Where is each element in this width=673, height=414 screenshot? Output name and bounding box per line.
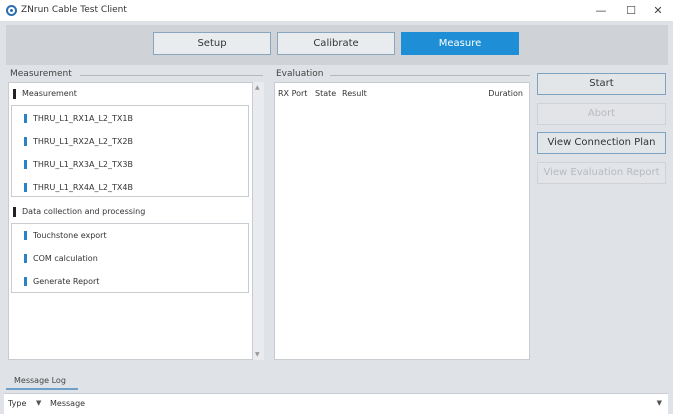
list-item[interactable]: Generate Report [24, 275, 99, 289]
close-button[interactable]: ✕ [643, 0, 673, 22]
start-button[interactable]: Start [537, 73, 666, 95]
evaluation-divider [330, 75, 530, 76]
column-header-duration[interactable]: Duration [488, 89, 523, 98]
list-item[interactable]: THRU_L1_RX1A_L2_TX1B [24, 112, 133, 126]
measurement-divider [80, 75, 263, 76]
list-item[interactable]: THRU_L1_RX4A_L2_TX4B [24, 181, 133, 195]
step-marker-icon [24, 277, 27, 286]
step-marker-icon [24, 160, 27, 169]
column-header-message[interactable]: Message [50, 399, 85, 408]
measurement-scrollbar[interactable]: ▲ ▼ [253, 82, 264, 360]
view-connection-plan-button[interactable]: View Connection Plan [537, 132, 666, 154]
list-item[interactable]: THRU_L1_RX2A_L2_TX2B [24, 135, 133, 149]
tab-measure[interactable]: Measure [401, 32, 519, 55]
title-bar: ZNrun Cable Test Client — ☐ ✕ [0, 0, 673, 22]
group-label: Data collection and processing [22, 207, 146, 216]
app-logo-icon [6, 5, 17, 16]
pin-icon[interactable]: ▼ [657, 399, 662, 407]
group-label: Measurement [22, 89, 77, 98]
filter-icon[interactable]: ▼ [36, 399, 41, 407]
evaluation-table: RX Port State Result Duration [274, 82, 530, 360]
column-header-state[interactable]: State [315, 89, 336, 98]
measurement-group-items: THRU_L1_RX1A_L2_TX1B THRU_L1_RX2A_L2_TX2… [11, 105, 249, 197]
measurement-section-label: Measurement [10, 69, 72, 79]
processing-group-items: Touchstone export COM calculation Genera… [11, 223, 249, 293]
mode-tab-bar: Setup Calibrate Measure [6, 25, 668, 65]
step-marker-icon [24, 183, 27, 192]
tab-setup[interactable]: Setup [153, 32, 271, 55]
maximize-button[interactable]: ☐ [616, 0, 646, 22]
column-header-rx-port[interactable]: RX Port [278, 89, 307, 98]
processing-group-header[interactable]: Data collection and processing [10, 201, 250, 223]
view-evaluation-report-button[interactable]: View Evaluation Report [537, 162, 666, 184]
abort-button[interactable]: Abort [537, 103, 666, 125]
step-marker-icon [24, 254, 27, 263]
list-item[interactable]: THRU_L1_RX3A_L2_TX3B [24, 158, 133, 172]
measurement-group-header[interactable]: Measurement [10, 83, 250, 105]
step-marker-icon [24, 231, 27, 240]
minimize-button[interactable]: — [586, 0, 616, 22]
group-marker-icon [13, 88, 16, 99]
column-header-type[interactable]: Type [8, 399, 26, 408]
list-item[interactable]: COM calculation [24, 252, 98, 266]
tab-message-log[interactable]: Message Log [6, 372, 78, 390]
list-item[interactable]: Touchstone export [24, 229, 107, 243]
step-marker-icon [24, 137, 27, 146]
tab-calibrate[interactable]: Calibrate [277, 32, 395, 55]
scroll-up-icon[interactable]: ▲ [255, 84, 260, 91]
group-marker-icon [13, 206, 16, 217]
scroll-down-icon[interactable]: ▼ [255, 351, 260, 358]
column-header-result[interactable]: Result [342, 89, 367, 98]
evaluation-section-label: Evaluation [276, 69, 324, 79]
message-log-table: Type ▼ Message ▼ [4, 393, 668, 414]
step-marker-icon [24, 114, 27, 123]
window-title: ZNrun Cable Test Client [21, 5, 127, 15]
message-log-area: Message Log Type ▼ Message ▼ [0, 368, 673, 414]
